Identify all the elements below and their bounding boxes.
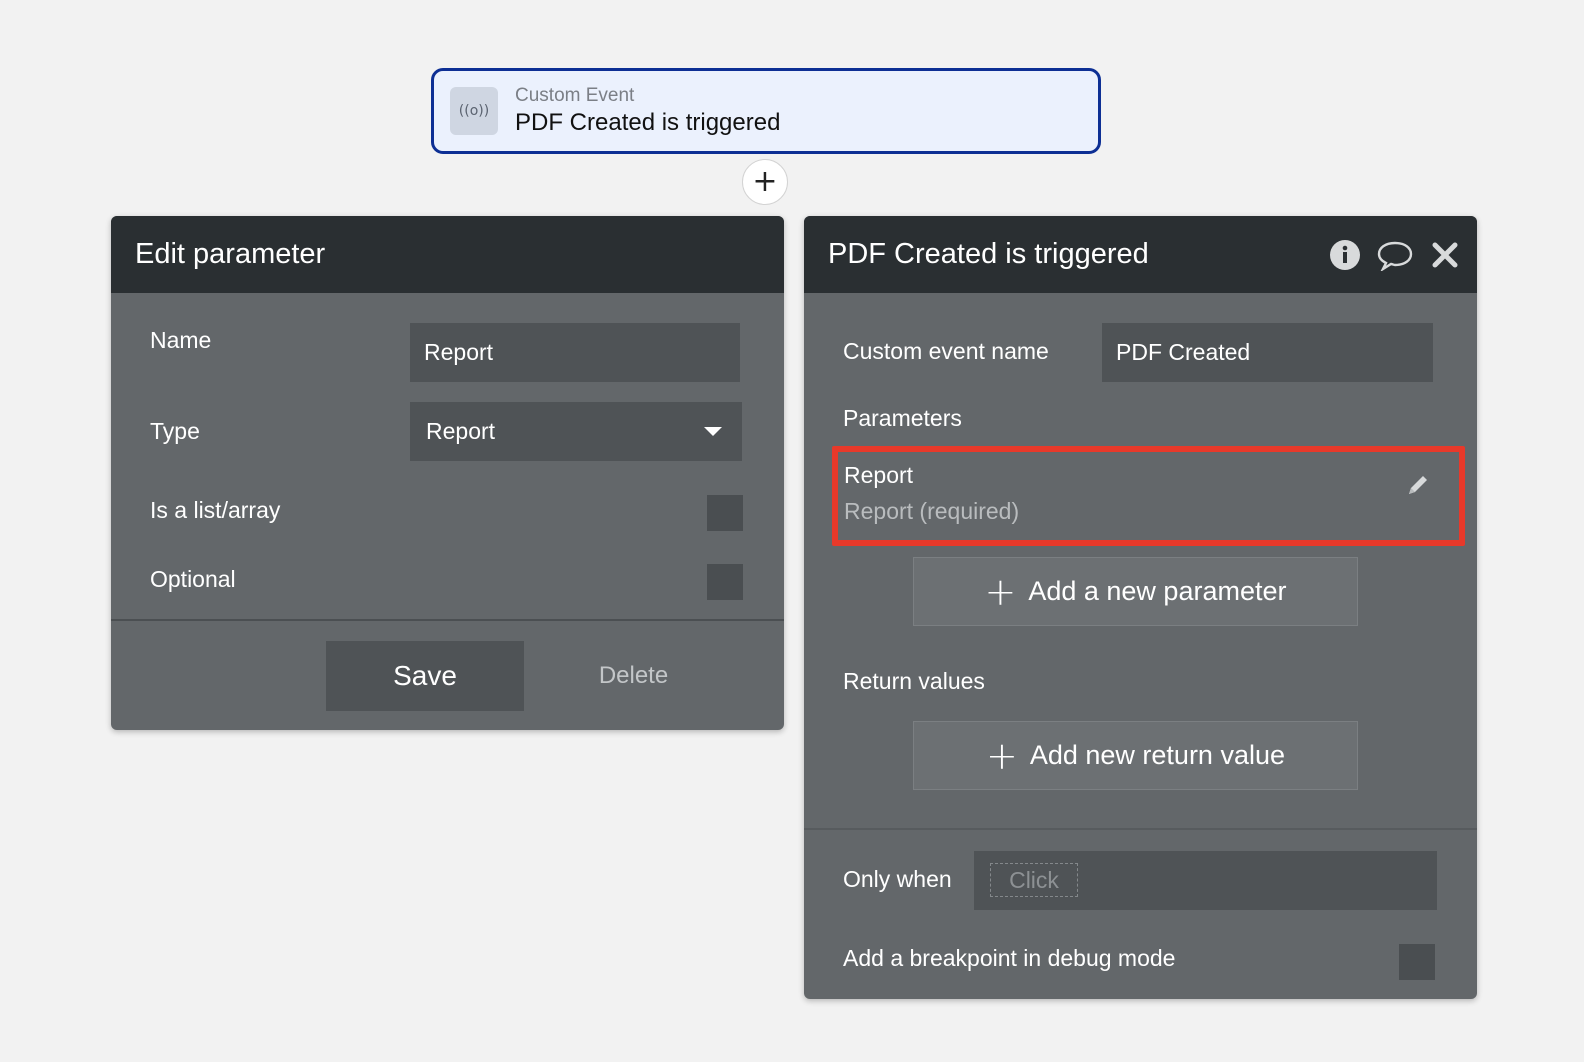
save-button[interactable]: Save [326, 641, 524, 711]
optional-checkbox[interactable] [707, 564, 743, 600]
event-kind: Custom Event [515, 85, 635, 106]
plus-icon: + [984, 569, 1017, 614]
parameters-label: Parameters [843, 405, 962, 431]
only-when-placeholder[interactable]: Click [990, 863, 1078, 897]
name-input[interactable]: Report [410, 323, 740, 382]
chevron-down-icon [704, 427, 722, 436]
comment-icon[interactable] [1371, 231, 1419, 279]
parameter-item[interactable]: Report Report (required) [832, 446, 1465, 546]
name-label: Name [150, 327, 212, 353]
type-dropdown-value: Report [426, 418, 496, 444]
only-when-label: Only when [843, 866, 952, 892]
type-label: Type [150, 418, 200, 444]
custom-event-name-label: Custom event name [843, 338, 1049, 364]
breakpoint-checkbox[interactable] [1399, 944, 1435, 980]
list-array-label: Is a list/array [150, 497, 281, 523]
event-properties-panel: PDF Created is triggered Custom event na… [804, 216, 1477, 999]
delete-button[interactable]: Delete [571, 656, 696, 696]
divider [804, 828, 1477, 830]
only-when-input[interactable]: Click [974, 851, 1437, 910]
parameter-name: Report [844, 462, 914, 488]
pencil-icon[interactable] [1405, 472, 1431, 498]
edit-parameter-title: Edit parameter [111, 216, 784, 293]
panel-title: PDF Created is triggered [828, 238, 1149, 270]
event-title: PDF Created is triggered [515, 109, 781, 136]
custom-event-card[interactable]: ((o)) Custom Event PDF Created is trigge… [431, 68, 1101, 154]
add-step-button[interactable]: + [742, 159, 788, 205]
optional-label: Optional [150, 566, 236, 592]
type-dropdown[interactable]: Report [410, 402, 742, 461]
close-icon[interactable] [1421, 231, 1469, 279]
breakpoint-label: Add a breakpoint in debug mode [843, 945, 1176, 971]
plus-icon: + [986, 733, 1018, 778]
return-values-label: Return values [843, 668, 985, 694]
edit-parameter-panel: Edit parameter Name Report Type Report I… [111, 216, 784, 730]
add-return-value-button[interactable]: + Add new return value [913, 721, 1358, 790]
parameter-description: Report (required) [844, 498, 1020, 524]
custom-event-name-input[interactable]: PDF Created [1102, 323, 1433, 382]
list-array-checkbox[interactable] [707, 495, 743, 531]
broadcast-icon: ((o)) [450, 87, 498, 135]
add-parameter-button[interactable]: + Add a new parameter [913, 557, 1358, 626]
divider [111, 619, 784, 621]
info-icon[interactable] [1321, 231, 1369, 279]
